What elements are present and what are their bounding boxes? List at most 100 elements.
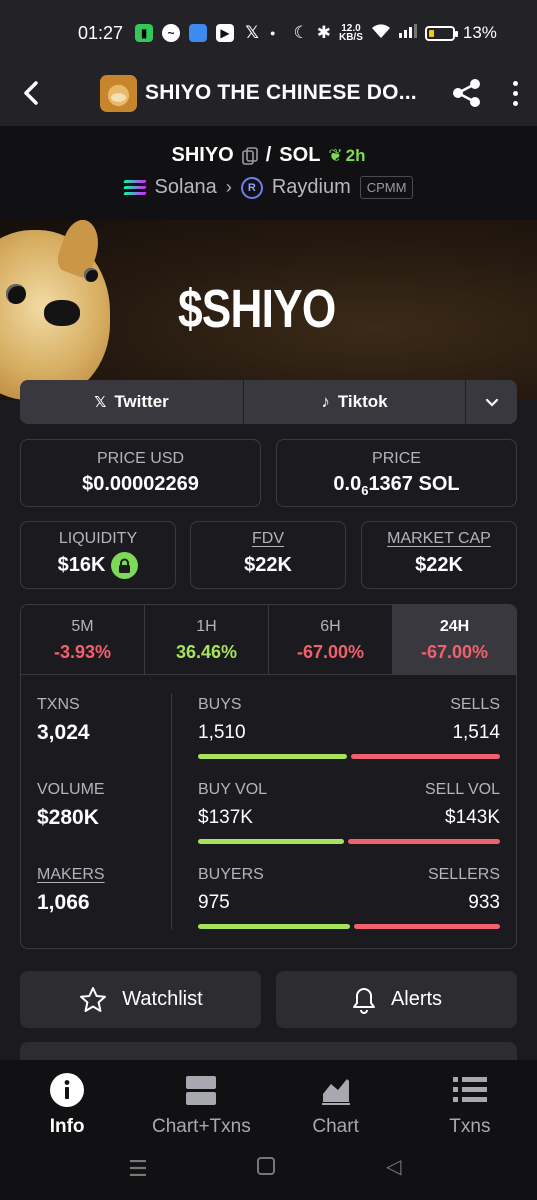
- more-options-button[interactable]: [505, 76, 525, 110]
- nav-info[interactable]: Info: [0, 1060, 134, 1152]
- stats-panel: 5M -3.93% 1H 36.46% 6H -67.00% 24H -67.0…: [20, 604, 517, 949]
- period-label: 1H: [196, 618, 217, 635]
- chart-icon: [319, 1073, 353, 1107]
- back-arrow-icon: [24, 81, 38, 105]
- nav-chart-txns[interactable]: Chart+Txns: [134, 1060, 268, 1152]
- tiktok-icon: ♪: [321, 392, 330, 411]
- period-label: 24H: [439, 618, 470, 635]
- fdv-label[interactable]: FDV: [191, 530, 345, 548]
- nav-txns[interactable]: Txns: [403, 1060, 537, 1152]
- makers-label[interactable]: MAKERS: [37, 866, 105, 884]
- info-icon: [50, 1073, 85, 1107]
- sell-vol-label: SELL VOL: [424, 781, 500, 798]
- signal-icon: [398, 23, 417, 43]
- dog-eye-right: [84, 268, 98, 282]
- tiktok-button[interactable]: ♪ Tiktok: [244, 380, 466, 424]
- banner-text: $SHIYO: [178, 279, 336, 339]
- buy-vol-value: $137K: [198, 807, 253, 828]
- period-change: -67.00%: [296, 642, 365, 662]
- tab-1h[interactable]: 1H 36.46%: [145, 605, 269, 674]
- x-icon: 𝕏: [245, 23, 259, 42]
- sell-vol-value: $143K: [445, 807, 500, 828]
- messenger-icon: ~: [162, 24, 181, 42]
- market-cap-card: MARKET CAP $22K: [361, 521, 517, 589]
- dex-name[interactable]: Raydium: [272, 176, 351, 199]
- tab-6h[interactable]: 6H -67.00%: [269, 605, 393, 674]
- alerts-button[interactable]: Alerts: [276, 971, 517, 1028]
- fdv-card: FDV $22K: [190, 521, 346, 589]
- lock-icon[interactable]: [111, 552, 139, 579]
- chain-name[interactable]: Solana: [155, 176, 217, 199]
- app-icon: [189, 24, 208, 42]
- period-change: -67.00%: [420, 642, 489, 662]
- buys-sells: BUYS SELLS 1,510 1,514: [198, 696, 500, 759]
- dog-nose: [44, 300, 80, 326]
- share-icon: [453, 79, 480, 107]
- nav-chart[interactable]: Chart: [269, 1060, 403, 1152]
- status-time: 01:27: [78, 22, 124, 43]
- solana-icon: [122, 179, 147, 196]
- fdv-value: $22K: [244, 554, 292, 576]
- list-icon: [452, 1073, 487, 1107]
- notification-icons: ▮ ~ ▶ 𝕏 ●: [135, 23, 276, 42]
- battery-percent: 13%: [462, 23, 497, 42]
- star-icon: [80, 986, 107, 1012]
- volume-stat: VOLUME $280K: [37, 781, 105, 830]
- battery-app-icon: ▮: [135, 24, 154, 42]
- dot-icon: ●: [270, 28, 276, 38]
- back-button[interactable]: [16, 78, 46, 108]
- pair-line: SHIYO / SOL ❦ 2h: [0, 144, 537, 167]
- sellers-value: 933: [468, 892, 500, 913]
- net-speed: 12.0 KB/S: [338, 23, 363, 43]
- price-native-value: 0.061367 SOL: [333, 473, 460, 498]
- nav-label: Chart: [312, 1116, 359, 1137]
- pair-header: SHIYO / SOL ❦ 2h Solana › R Raydium CPMM: [0, 126, 537, 220]
- back-system-button[interactable]: ◁: [386, 1154, 401, 1179]
- split-view-icon: [184, 1073, 218, 1107]
- watchlist-button[interactable]: Watchlist: [20, 971, 261, 1028]
- base-symbol: SHIYO: [171, 144, 234, 166]
- market-cap-label[interactable]: MARKET CAP: [362, 530, 516, 548]
- quote-symbol: SOL: [279, 144, 321, 166]
- tab-5m[interactable]: 5M -3.93%: [21, 605, 145, 674]
- share-button[interactable]: [450, 76, 484, 110]
- buys-value: 1,510: [198, 722, 246, 743]
- more-links-button[interactable]: [466, 380, 517, 424]
- buy-sell-volume: BUY VOL SELL VOL $137K $143K: [198, 781, 500, 844]
- price-native-label: PRICE: [372, 450, 421, 467]
- period-label: 6H: [320, 618, 341, 635]
- buys-label: BUYS: [198, 696, 242, 713]
- buyers-value: 975: [198, 892, 230, 913]
- pair-age: ❦ 2h: [328, 145, 366, 165]
- x-icon: 𝕏: [94, 394, 107, 411]
- sells-value: 1,514: [452, 722, 500, 743]
- liquidity-card: LIQUIDITY $16K: [20, 521, 176, 589]
- bluetooth-icon: ✱: [316, 23, 331, 42]
- nav-label: Info: [49, 1116, 85, 1137]
- period-tabs: 5M -3.93% 1H 36.46% 6H -67.00% 24H -67.0…: [21, 605, 516, 675]
- chain-line: Solana › R Raydium CPMM: [0, 176, 537, 199]
- market-cap-value: $22K: [415, 554, 463, 576]
- twitter-button[interactable]: 𝕏 Twitter: [20, 380, 244, 424]
- tab-24h[interactable]: 24H -67.00%: [393, 605, 516, 674]
- wifi-icon: [371, 23, 391, 44]
- alerts-label: Alerts: [390, 988, 443, 1010]
- txns-stat: TXNS 3,024: [37, 696, 90, 745]
- youtube-icon: ▶: [216, 24, 235, 42]
- home-button[interactable]: [257, 1157, 275, 1175]
- divider: [171, 693, 172, 929]
- system-indicators: ☾ ✱ 12.0 KB/S 13%: [293, 23, 496, 44]
- period-change: 36.46%: [175, 642, 238, 662]
- makers-value: 1,066: [37, 891, 90, 914]
- sprout-icon: ❦: [328, 145, 343, 165]
- social-links: 𝕏 Twitter ♪ Tiktok: [20, 380, 517, 424]
- recents-button[interactable]: ☰: [128, 1156, 148, 1182]
- price-native-card: PRICE 0.061367 SOL: [276, 439, 517, 507]
- buys-sells-bar: [198, 754, 500, 759]
- dog-eye-left: [6, 284, 26, 304]
- copy-icon[interactable]: [241, 146, 258, 165]
- makers-stat: MAKERS 1,066: [37, 866, 105, 915]
- sellers-label: SELLERS: [427, 866, 500, 883]
- bottom-nav: Info Chart+Txns Chart Txns: [0, 1060, 537, 1152]
- pair-separator: /: [265, 144, 272, 166]
